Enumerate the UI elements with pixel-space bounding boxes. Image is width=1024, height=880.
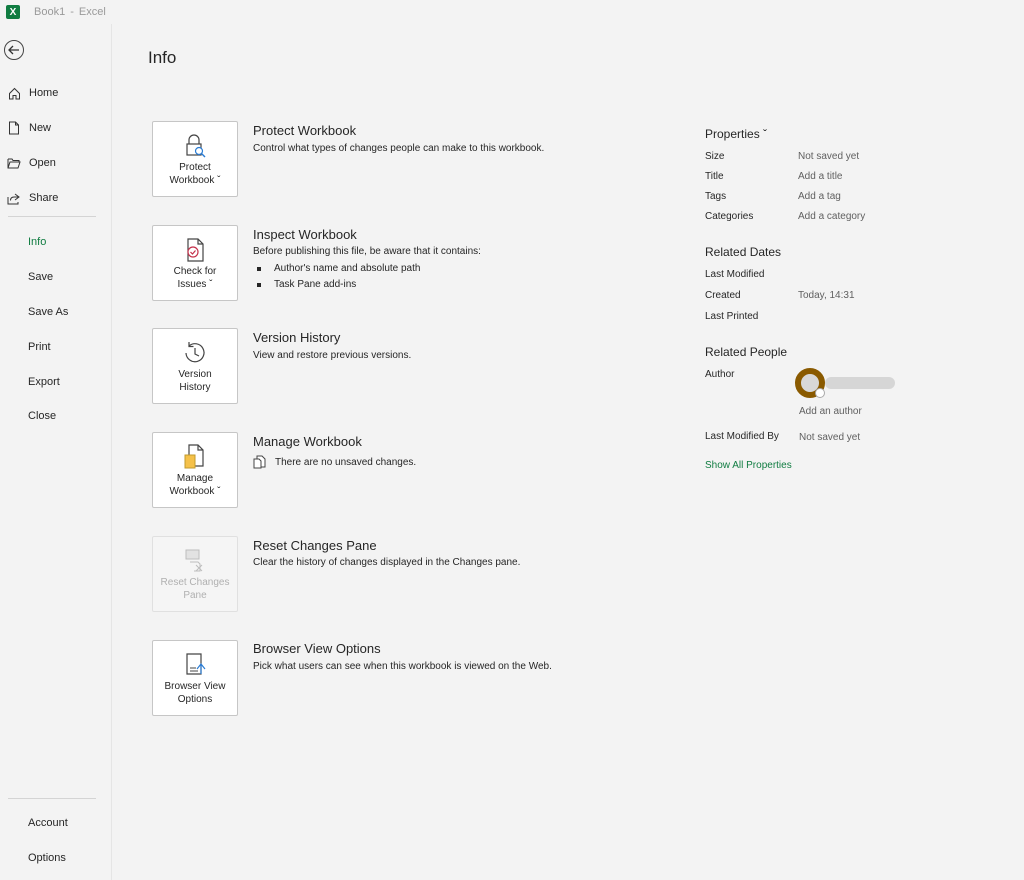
sidebar-item-label: Open bbox=[29, 157, 56, 169]
excel-logo-icon: X bbox=[6, 5, 20, 19]
sidebar-item-label: Save bbox=[28, 271, 54, 283]
browser-view-options-title: Browser View Options bbox=[253, 641, 381, 656]
property-key: Author bbox=[705, 369, 735, 380]
document-name: Book1 bbox=[34, 6, 66, 18]
inspect-workbook-desc: Before publishing this file, be aware th… bbox=[253, 246, 481, 257]
browser-view-icon bbox=[182, 650, 208, 680]
property-key: Created bbox=[705, 290, 741, 301]
title-field[interactable]: Add a title bbox=[798, 171, 842, 182]
check-for-issues-button[interactable]: Check for Issues ˇ bbox=[152, 225, 238, 301]
sidebar-item-print[interactable]: Print bbox=[0, 332, 112, 362]
lock-search-icon bbox=[182, 131, 208, 161]
sidebar-item-label: Export bbox=[28, 376, 60, 388]
sidebar-item-account[interactable]: Account bbox=[0, 808, 112, 838]
sidebar-item-label: Share bbox=[29, 192, 59, 204]
list-item-text: Author's name and absolute path bbox=[274, 263, 421, 274]
manage-workbook-icon bbox=[182, 442, 208, 472]
related-people-heading: Related People bbox=[705, 345, 788, 359]
reset-changes-pane-desc: Clear the history of changes displayed i… bbox=[253, 557, 521, 568]
sidebar-item-new[interactable]: New bbox=[0, 113, 112, 143]
list-item-text: Task Pane add-ins bbox=[274, 279, 357, 290]
inspect-workbook-title: Inspect Workbook bbox=[253, 227, 357, 242]
property-key: Last Modified bbox=[705, 269, 765, 280]
open-folder-icon bbox=[6, 157, 22, 169]
categories-field[interactable]: Add a category bbox=[798, 211, 865, 222]
sidebar-item-label: Info bbox=[28, 236, 47, 248]
app-name: Excel bbox=[78, 6, 106, 18]
sidebar-item-label: Options bbox=[28, 852, 66, 864]
sidebar-item-open[interactable]: Open bbox=[0, 148, 112, 178]
related-dates-heading: Related Dates bbox=[705, 245, 782, 259]
document-copies-icon bbox=[253, 455, 266, 469]
sidebar-item-label: New bbox=[29, 122, 52, 134]
property-value: Not saved yet bbox=[799, 432, 861, 443]
property-key: Last Printed bbox=[705, 311, 759, 322]
browser-view-options-label: Browser View Options bbox=[164, 681, 226, 705]
version-history-label: Version History bbox=[178, 369, 212, 393]
manage-workbook-desc: There are no unsaved changes. bbox=[275, 456, 417, 468]
sidebar-item-options[interactable]: Options bbox=[0, 843, 112, 873]
new-document-icon bbox=[6, 121, 22, 135]
property-value: Today, 14:31 bbox=[798, 290, 855, 301]
sidebar-item-label: Close bbox=[28, 410, 57, 422]
home-icon bbox=[6, 87, 22, 100]
add-author-field[interactable]: Add an author bbox=[799, 406, 862, 417]
info-pane: Info Protect Workbook ˇ Protect Workbook… bbox=[113, 30, 1024, 880]
sidebar-item-save-as[interactable]: Save As bbox=[0, 297, 112, 327]
history-clock-icon bbox=[181, 338, 209, 368]
presence-icon bbox=[815, 388, 825, 398]
property-key: Title bbox=[705, 171, 724, 182]
sidebar-item-share[interactable]: Share bbox=[0, 183, 112, 213]
back-arrow-icon[interactable] bbox=[4, 40, 24, 60]
title-bar: X Book1 - Excel bbox=[0, 0, 1024, 24]
sidebar-item-label: Account bbox=[28, 817, 68, 829]
manage-workbook-status: There are no unsaved changes. bbox=[253, 455, 416, 469]
show-all-properties-link[interactable]: Show All Properties bbox=[705, 460, 792, 471]
sidebar-divider bbox=[8, 798, 96, 799]
check-for-issues-label: Check for Issues ˇ bbox=[173, 266, 217, 290]
manage-workbook-button[interactable]: Manage Workbook ˇ bbox=[152, 432, 238, 508]
protect-workbook-button[interactable]: Protect Workbook ˇ bbox=[152, 121, 238, 197]
sidebar-item-label: Home bbox=[29, 87, 59, 99]
title-separator: - bbox=[70, 6, 74, 18]
sidebar-item-info[interactable]: Info bbox=[0, 227, 112, 257]
browser-view-options-button[interactable]: Browser View Options bbox=[152, 640, 238, 716]
backstage-sidebar: Home New Open Share Info Save Save As Pr… bbox=[0, 24, 112, 880]
inspect-document-icon bbox=[182, 235, 208, 265]
sidebar-divider bbox=[8, 216, 96, 217]
sidebar-item-close[interactable]: Close bbox=[0, 401, 112, 431]
properties-dropdown[interactable]: Properties ˇ bbox=[705, 127, 767, 141]
page-title: Info bbox=[148, 48, 177, 67]
version-history-button[interactable]: Version History bbox=[152, 328, 238, 404]
property-key: Size bbox=[705, 151, 725, 162]
sidebar-item-label: Save As bbox=[28, 306, 69, 318]
reset-changes-icon bbox=[182, 546, 208, 576]
author-name bbox=[825, 377, 895, 389]
property-key: Tags bbox=[705, 191, 727, 202]
bullet-icon bbox=[257, 282, 261, 287]
version-history-desc: View and restore previous versions. bbox=[253, 350, 412, 361]
list-item: Author's name and absolute path bbox=[257, 263, 420, 274]
share-icon bbox=[6, 192, 22, 205]
property-key: Last Modified By bbox=[705, 431, 779, 442]
property-key: Categories bbox=[705, 211, 754, 222]
reset-changes-pane-button: Reset Changes Pane bbox=[152, 536, 238, 612]
sidebar-item-home[interactable]: Home bbox=[0, 78, 112, 108]
protect-workbook-label: Protect Workbook ˇ bbox=[169, 162, 221, 186]
reset-changes-pane-title: Reset Changes Pane bbox=[253, 538, 377, 553]
sidebar-item-export[interactable]: Export bbox=[0, 367, 112, 397]
browser-view-options-desc: Pick what users can see when this workbo… bbox=[253, 661, 552, 672]
sidebar-item-label: Print bbox=[28, 341, 51, 353]
manage-workbook-title: Manage Workbook bbox=[253, 434, 362, 449]
sidebar-item-save[interactable]: Save bbox=[0, 262, 112, 292]
bullet-icon bbox=[257, 266, 261, 271]
list-item: Task Pane add-ins bbox=[257, 279, 356, 290]
manage-workbook-label: Manage Workbook ˇ bbox=[169, 473, 221, 497]
protect-workbook-desc: Control what types of changes people can… bbox=[253, 143, 545, 154]
protect-workbook-title: Protect Workbook bbox=[253, 123, 357, 138]
property-value: Not saved yet bbox=[798, 151, 860, 162]
reset-changes-pane-label: Reset Changes Pane bbox=[160, 577, 230, 601]
version-history-title: Version History bbox=[253, 330, 341, 345]
tags-field[interactable]: Add a tag bbox=[798, 191, 841, 202]
